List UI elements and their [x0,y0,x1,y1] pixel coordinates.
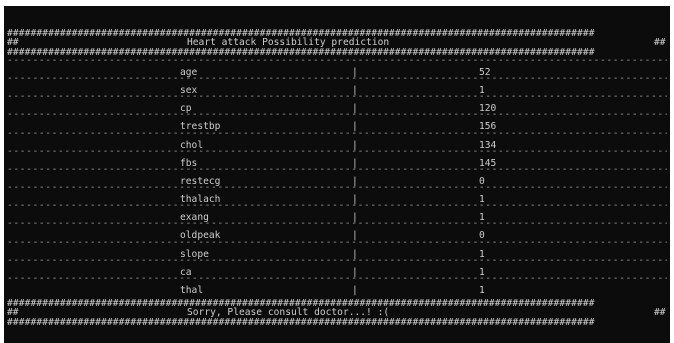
console-window: ########################################… [4,6,670,343]
field-value: 1 [479,284,485,296]
result-hash-line: ########################################… [7,317,595,328]
field-row-thal: thal | 1 [4,284,670,297]
field-label: thal [180,284,204,296]
column-separator: | [352,284,358,296]
